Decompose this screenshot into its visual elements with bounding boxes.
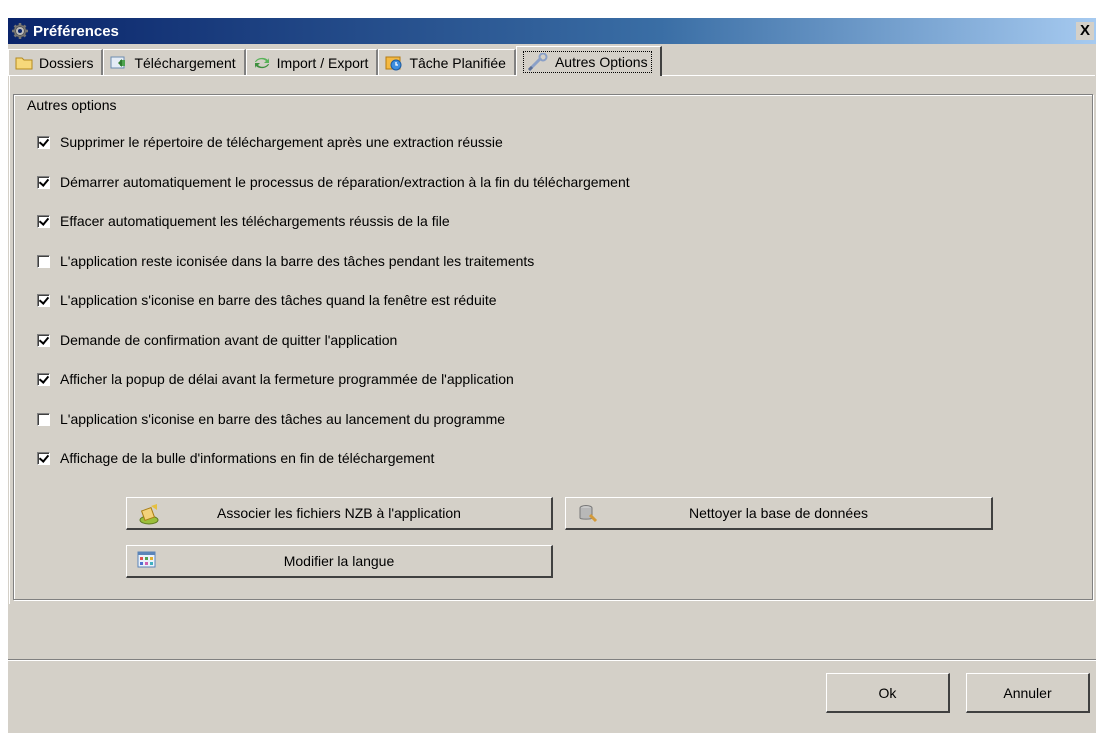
option-label: L'application s'iconise en barre des tâc… [60, 411, 506, 427]
tab-label: Dossiers [39, 55, 94, 71]
option-row[interactable]: Supprimer le répertoire de téléchargemen… [37, 134, 503, 150]
option-row[interactable]: Effacer automatiquement les téléchargeme… [37, 213, 450, 229]
tab-import-export[interactable]: Import / Export [245, 49, 379, 76]
option-label: Supprimer le répertoire de téléchargemen… [60, 134, 503, 150]
desktop-background [0, 0, 1096, 18]
cancel-button[interactable]: Annuler [966, 673, 1090, 713]
tab-label: Autres Options [554, 53, 648, 70]
option-label: L'application s'iconise en barre des tâc… [60, 292, 497, 308]
change-language-button[interactable]: Modifier la langue [126, 545, 553, 578]
close-icon[interactable]: X [1076, 22, 1094, 40]
title-bar[interactable]: Préférences X [8, 18, 1096, 44]
option-checkbox[interactable] [37, 412, 50, 426]
option-checkbox[interactable] [37, 254, 50, 268]
download-icon [110, 56, 126, 69]
tab-label: Import / Export [276, 55, 369, 71]
option-row[interactable]: Démarrer automatiquement le processus de… [37, 174, 630, 190]
option-checkbox[interactable] [37, 214, 50, 228]
tab-focus-frame: Autres Options [522, 50, 652, 73]
option-row[interactable]: Demande de confirmation avant de quitter… [37, 332, 397, 348]
option-checkbox[interactable] [37, 333, 50, 347]
tab-bar: Dossiers Téléchargement Import / Export … [8, 46, 662, 76]
option-row[interactable]: L'application s'iconise en barre des tâc… [37, 411, 505, 427]
button-label: Annuler [1003, 684, 1052, 701]
button-label: Nettoyer la base de données [688, 505, 868, 521]
button-label: Associer les fichiers NZB à l'applicatio… [217, 505, 461, 521]
scheduled-task-icon [385, 56, 402, 71]
option-label: Démarrer automatiquement le processus de… [60, 174, 630, 190]
desktop-background-left [0, 18, 8, 733]
group-legend: Autres options [24, 97, 120, 113]
option-row[interactable]: L'application s'iconise en barre des tâc… [37, 292, 497, 308]
tab-dossiers[interactable]: Dossiers [8, 49, 104, 76]
window-title: Préférences [33, 22, 119, 40]
gear-icon [11, 22, 29, 40]
option-checkbox[interactable] [37, 372, 50, 386]
tab-label: Tâche Planifiée [409, 55, 506, 71]
button-label: Ok [878, 684, 897, 701]
option-label: Affichage de la bulle d'informations en … [60, 450, 435, 466]
button-label: Modifier la langue [283, 553, 395, 569]
option-row[interactable]: L'application reste iconisée dans la bar… [37, 253, 534, 269]
option-label: Effacer automatiquement les téléchargeme… [60, 213, 450, 229]
option-checkbox[interactable] [37, 135, 50, 149]
option-label: Demande de confirmation avant de quitter… [60, 332, 398, 348]
option-checkbox[interactable] [37, 451, 50, 465]
tab-tache-planifiee[interactable]: Tâche Planifiée [378, 49, 516, 76]
option-checkbox[interactable] [37, 175, 50, 189]
sync-arrows-icon [254, 57, 269, 69]
ok-button[interactable]: Ok [826, 673, 950, 713]
option-label: L'application reste iconisée dans la bar… [60, 253, 535, 269]
database-clean-icon [576, 503, 600, 528]
footer-separator [8, 659, 1096, 661]
nzb-file-icon [137, 503, 161, 528]
folder-icon [15, 57, 33, 70]
tools-icon [527, 52, 548, 71]
option-checkbox[interactable] [37, 293, 50, 307]
clean-database-button[interactable]: Nettoyer la base de données [565, 497, 993, 530]
option-row[interactable]: Afficher la popup de délai avant la ferm… [37, 371, 514, 387]
language-grid-icon [137, 551, 157, 572]
tab-telechargement[interactable]: Téléchargement [103, 49, 246, 76]
tab-label: Téléchargement [134, 55, 236, 71]
tab-autres-options[interactable]: Autres Options [515, 46, 662, 76]
associate-nzb-button[interactable]: Associer les fichiers NZB à l'applicatio… [126, 497, 553, 530]
option-row[interactable]: Affichage de la bulle d'informations en … [37, 450, 434, 466]
option-label: Afficher la popup de délai avant la ferm… [60, 371, 514, 387]
